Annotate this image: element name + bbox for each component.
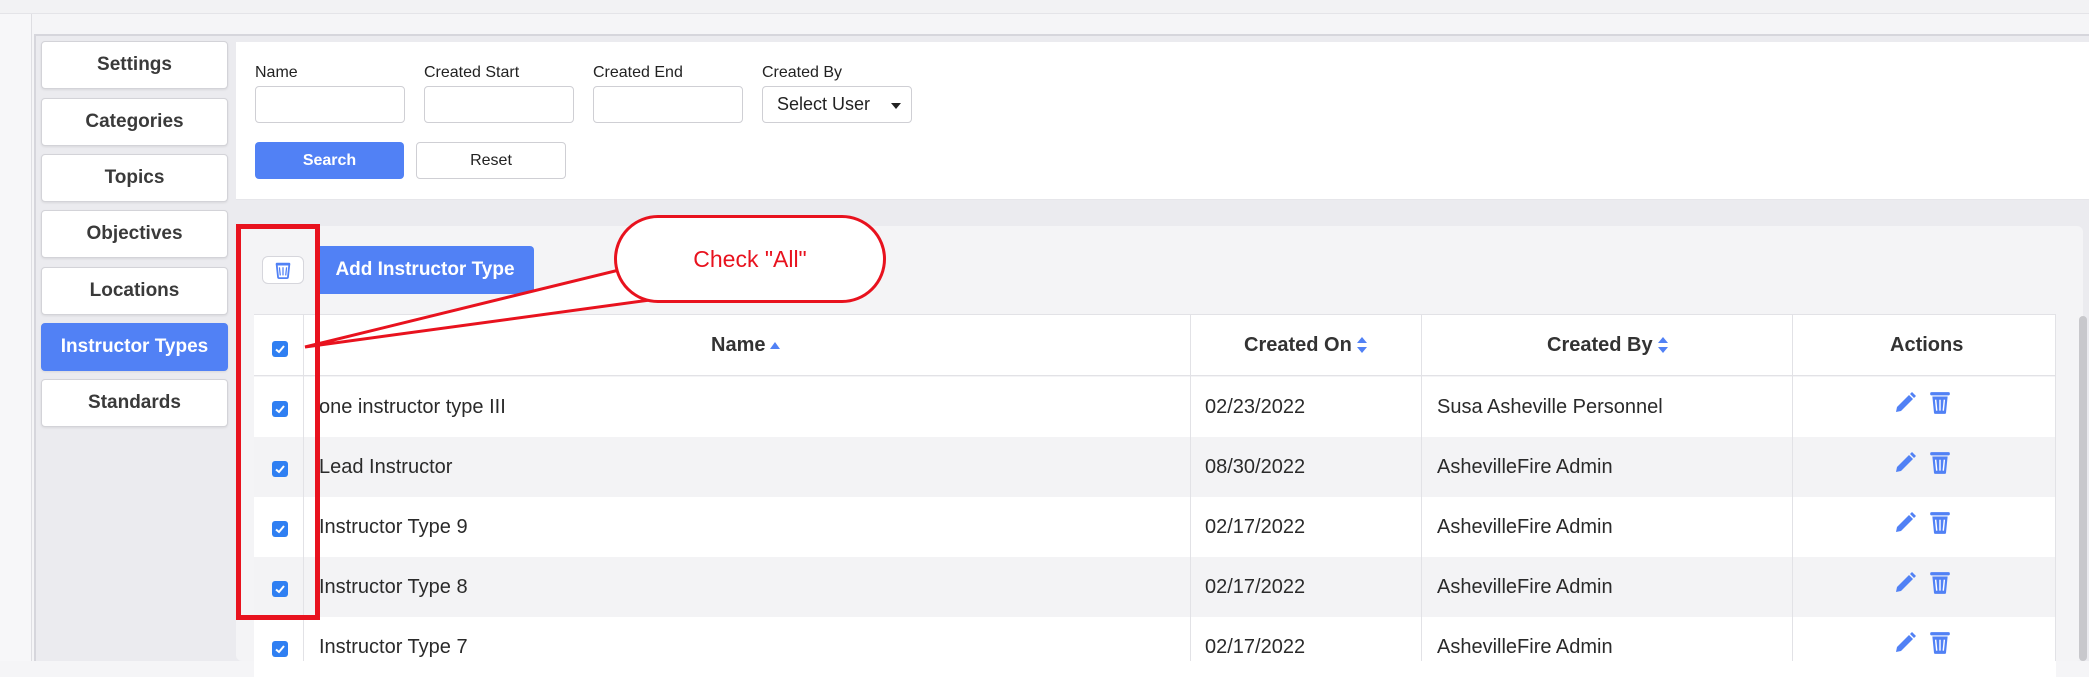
column-divider (2055, 314, 2056, 661)
sidebar-item-locations[interactable]: Locations (41, 267, 228, 315)
search-button[interactable]: Search (255, 142, 404, 179)
row-created-by: AshevilleFire Admin (1437, 456, 1613, 478)
trash-icon[interactable] (1929, 511, 1951, 535)
sidebar-item-categories[interactable]: Categories (41, 98, 228, 146)
sidebar-item-objectives[interactable]: Objectives (41, 210, 228, 258)
reset-button-label: Reset (470, 151, 512, 169)
created-by-select[interactable]: Select User (762, 86, 912, 123)
trash-icon[interactable] (1929, 631, 1951, 655)
column-header-label: Actions (1890, 333, 1964, 356)
pencil-icon[interactable] (1893, 631, 1917, 655)
column-divider (1792, 314, 1793, 661)
sidebar-item-label: Settings (97, 54, 172, 75)
created-by-selected-value: Select User (777, 94, 871, 114)
table-row (254, 617, 2056, 677)
annotation-callout-text: Check "All" (693, 245, 807, 272)
row-actions (1893, 451, 1951, 475)
row-actions (1893, 391, 1951, 415)
search-button-label: Search (302, 151, 357, 169)
sidebar-item-label: Standards (88, 392, 181, 413)
created-end-input[interactable] (593, 86, 743, 123)
table-scrollbar[interactable] (2079, 316, 2087, 661)
column-header-label: Name (711, 333, 766, 356)
created-start-input[interactable] (424, 86, 574, 123)
column-divider (1190, 314, 1191, 661)
pencil-icon[interactable] (1893, 391, 1917, 415)
add-button-label: Add Instructor Type (335, 259, 515, 280)
left-strip (0, 14, 32, 661)
table-header (254, 314, 2056, 376)
row-created-by: AshevilleFire Admin (1437, 516, 1613, 538)
row-created-by: AshevilleFire Admin (1437, 576, 1613, 598)
sidebar-item-label: Locations (89, 280, 180, 301)
created-start-label: Created Start (424, 64, 520, 81)
row-created-by: Susa Asheville Personnel (1437, 396, 1663, 418)
column-header-label: Created On (1244, 333, 1352, 356)
row-created-on: 08/30/2022 (1205, 456, 1306, 478)
chevron-down-icon (891, 103, 901, 109)
row-name: Instructor Type 7 (319, 636, 468, 658)
top-bar (0, 0, 2089, 14)
table-row (254, 557, 2056, 617)
row-created-by: AshevilleFire Admin (1437, 636, 1613, 658)
pencil-icon[interactable] (1893, 451, 1917, 475)
row-checkbox[interactable] (272, 641, 288, 657)
row-name: Instructor Type 8 (319, 576, 468, 598)
column-header-created-by[interactable]: Created By (1547, 330, 1669, 360)
sort-asc-icon (770, 342, 781, 349)
row-created-on: 02/17/2022 (1205, 576, 1306, 598)
created-by-label: Created By (762, 64, 843, 81)
row-name: Lead Instructor (319, 456, 453, 478)
column-header-label: Created By (1547, 333, 1653, 356)
sidebar-item-label: Instructor Types (60, 336, 209, 357)
sidebar-item-settings[interactable]: Settings (41, 41, 228, 89)
pencil-icon[interactable] (1893, 571, 1917, 595)
trash-icon[interactable] (1929, 451, 1951, 475)
column-header-created-on[interactable]: Created On (1244, 330, 1368, 360)
column-header-actions: Actions (1890, 330, 1963, 360)
checkmark-icon (275, 645, 285, 654)
table-row (254, 377, 2056, 437)
sidebar-item-label: Objectives (86, 223, 183, 244)
sort-both-icon (1657, 337, 1668, 353)
row-created-on: 02/17/2022 (1205, 636, 1306, 658)
row-name: Instructor Type 9 (319, 516, 468, 538)
column-header-name[interactable]: Name (711, 330, 781, 360)
trash-icon[interactable] (1929, 571, 1951, 595)
sidebar-item-label: Categories (85, 111, 184, 132)
sidebar-item-label: Topics (104, 167, 165, 188)
table-row (254, 437, 2056, 497)
row-actions (1893, 631, 1951, 655)
sidebar-item-topics[interactable]: Topics (41, 154, 228, 202)
table-row (254, 497, 2056, 557)
sort-both-icon (1356, 337, 1367, 353)
pencil-icon[interactable] (1893, 511, 1917, 535)
created-end-label: Created End (593, 64, 683, 81)
annotation-highlight-box (236, 224, 320, 620)
sidebar-item-instructor-types[interactable]: Instructor Types (41, 323, 228, 371)
name-filter-label: Name (255, 64, 298, 81)
column-divider (1421, 314, 1422, 661)
name-filter-input[interactable] (255, 86, 405, 123)
sidebar-item-standards[interactable]: Standards (41, 379, 228, 427)
add-instructor-type-button[interactable]: Add Instructor Type (316, 246, 534, 294)
reset-button[interactable]: Reset (416, 142, 566, 179)
row-actions (1893, 571, 1951, 595)
row-created-on: 02/17/2022 (1205, 516, 1306, 538)
trash-icon[interactable] (1929, 391, 1951, 415)
row-created-on: 02/23/2022 (1205, 396, 1306, 418)
row-name: one instructor type III (319, 396, 506, 418)
annotation-callout: Check "All" (614, 215, 886, 303)
row-actions (1893, 511, 1951, 535)
